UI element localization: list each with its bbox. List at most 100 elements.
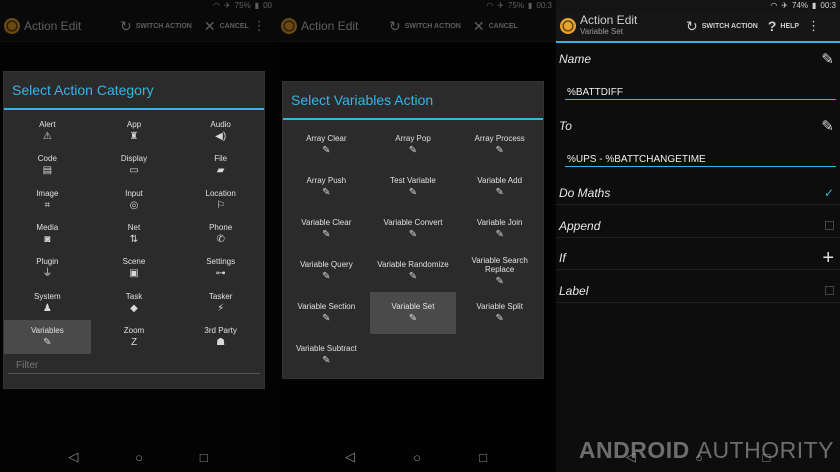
- switch-action-button[interactable]: ↻ SWITCH ACTION: [686, 18, 758, 35]
- category-item-file[interactable]: File ▰: [177, 148, 264, 182]
- add-condition-icon[interactable]: +: [822, 248, 834, 268]
- category-item-location[interactable]: Location ⚐: [177, 183, 264, 217]
- variables-action-item-variable-section[interactable]: Variable Section ✎: [283, 292, 370, 334]
- select-variables-action-dialog: Select Variables Action Array Clear ✎ Arra…: [283, 82, 543, 378]
- wifi-icon: ◠: [486, 0, 494, 10]
- alert-icon: ⚠: [42, 131, 52, 143]
- display-icon: ▭: [129, 165, 139, 177]
- category-item-net[interactable]: Net ⇅: [91, 217, 178, 251]
- category-item-system[interactable]: System ♟: [4, 285, 91, 319]
- category-item-label: Audio: [210, 120, 231, 130]
- battery-level: 75%: [508, 1, 525, 10]
- label-checkbox[interactable]: [825, 286, 834, 295]
- overflow-menu-icon[interactable]: ⋮: [807, 18, 820, 34]
- category-item-media[interactable]: Media ◙: [4, 217, 91, 251]
- recents-icon[interactable]: □: [479, 450, 487, 465]
- append-checkbox[interactable]: [825, 221, 834, 230]
- variables-action-item-array-pop[interactable]: Array Pop ✎: [370, 124, 457, 166]
- array-push-icon: ✎: [322, 187, 331, 198]
- category-item-image[interactable]: Image ⌗: [4, 183, 91, 217]
- recents-icon[interactable]: □: [200, 450, 208, 465]
- category-item-3rd-party[interactable]: 3rd Party ☗: [177, 320, 264, 354]
- category-item-label: Plugin: [36, 257, 59, 267]
- category-item-tasker[interactable]: Tasker ⚡: [177, 285, 264, 319]
- category-item-app[interactable]: App ♜: [91, 114, 178, 148]
- variables-action-item-label: Array Process: [474, 134, 525, 143]
- overflow-menu-icon[interactable]: ⋮: [253, 18, 266, 34]
- action-bar-title: Action Edit: [580, 13, 638, 27]
- category-item-input[interactable]: Input ◎: [91, 183, 178, 217]
- to-label: To: [559, 119, 572, 133]
- help-button[interactable]: ? HELP: [768, 18, 799, 34]
- battery-icon: ▮: [528, 0, 533, 10]
- scene-icon: ▣: [129, 268, 139, 280]
- variables-action-item-test-variable[interactable]: Test Variable ✎: [370, 166, 457, 208]
- variables-action-item-variable-randomize[interactable]: Variable Randomize ✎: [370, 250, 457, 292]
- do-maths-row[interactable]: Do Maths ✓: [556, 181, 840, 205]
- to-row: To ✎: [556, 115, 840, 137]
- variables-action-item-array-process[interactable]: Array Process ✎: [456, 124, 543, 166]
- dialog-title: Select Variables Action: [283, 82, 543, 120]
- pencil-icon[interactable]: ✎: [821, 117, 834, 135]
- variables-action-item-variable-join[interactable]: Variable Join ✎: [456, 208, 543, 250]
- tasker-app-icon: [4, 18, 20, 34]
- filter-input[interactable]: Filter: [8, 354, 260, 375]
- category-item-plugin[interactable]: Plugin ⏚: [4, 251, 91, 285]
- variables-screen: ◠ ✈ 75% ▮ 00:3 ⋮ Action Edit ↻ SWITCH AC…: [276, 0, 556, 472]
- variables-action-item-variable-search-replace[interactable]: Variable Search Replace ✎: [456, 250, 543, 292]
- back-icon[interactable]: ◁: [345, 449, 355, 465]
- category-item-phone[interactable]: Phone ✆: [177, 217, 264, 251]
- variables-action-item-variable-add[interactable]: Variable Add ✎: [456, 166, 543, 208]
- category-item-settings[interactable]: Settings ⊶: [177, 251, 264, 285]
- phone-icon: ✆: [216, 234, 225, 246]
- plugin-icon: ⏚: [42, 268, 53, 280]
- variables-action-item-variable-set[interactable]: Variable Set ✎: [369, 292, 457, 334]
- back-icon[interactable]: ◁: [68, 449, 78, 465]
- category-item-alert[interactable]: Alert ⚠: [4, 114, 91, 148]
- category-item-code[interactable]: Code ▤: [4, 148, 91, 182]
- battery-level: 74%: [792, 1, 809, 10]
- variables-action-item-array-clear[interactable]: Array Clear ✎: [283, 124, 370, 166]
- battery-icon: ▮: [812, 0, 817, 10]
- variables-action-item-label: Variable Section: [297, 302, 356, 311]
- clock: 00:3: [820, 1, 836, 10]
- variables-action-item-variable-convert[interactable]: Variable Convert ✎: [370, 208, 457, 250]
- variables-action-item-variable-clear[interactable]: Variable Clear ✎: [283, 208, 370, 250]
- home-icon[interactable]: ○: [135, 450, 143, 465]
- variables-action-item-variable-query[interactable]: Variable Query ✎: [283, 250, 370, 292]
- array-pop-icon: ✎: [408, 145, 418, 156]
- if-row[interactable]: If +: [556, 246, 840, 270]
- refresh-icon: ↻: [686, 17, 698, 34]
- category-item-audio[interactable]: Audio ◀): [177, 114, 264, 148]
- switch-action-button[interactable]: ↻ SWITCH ACTION: [389, 18, 461, 35]
- navigation-bar: ◁ ○ □: [0, 442, 276, 472]
- home-icon[interactable]: ○: [413, 450, 421, 465]
- append-row[interactable]: Append: [556, 214, 840, 238]
- category-item-display[interactable]: Display ▭: [91, 148, 178, 182]
- name-field[interactable]: %BATTDIFF: [565, 84, 836, 100]
- variables-action-item-variable-split[interactable]: Variable Split ✎: [456, 292, 543, 334]
- overflow-menu-icon[interactable]: ⋮: [276, 18, 279, 34]
- variables-action-item-array-push[interactable]: Array Push ✎: [283, 166, 370, 208]
- category-item-label: Net: [127, 223, 141, 233]
- variables-action-item-variable-subtract[interactable]: Variable Subtract ✎: [283, 334, 370, 376]
- variables-action-item-label: Array Pop: [395, 134, 431, 143]
- switch-action-button[interactable]: ↻ SWITCH ACTION: [120, 18, 192, 35]
- category-item-scene[interactable]: Scene ▣: [91, 251, 178, 285]
- category-screen: ◠ ✈ 75% ▮ 00 Action Edit ↻ SWITCH ACTION…: [0, 0, 276, 472]
- category-item-variables[interactable]: Variables ✎: [4, 319, 91, 355]
- settings-icon: ⊶: [215, 268, 226, 280]
- category-item-zoom[interactable]: Zoom Z: [91, 320, 178, 354]
- cancel-button[interactable]: ✕ CANCEL: [204, 18, 249, 35]
- variables-action-item-label: Variable Subtract: [295, 344, 357, 353]
- array-process-icon: ✎: [495, 145, 504, 156]
- category-item-task[interactable]: Task ◆: [91, 285, 178, 319]
- cancel-button[interactable]: ✕ CANCEL: [473, 18, 518, 35]
- tasker-app-icon: [560, 18, 576, 34]
- category-item-label: Phone: [209, 223, 233, 233]
- do-maths-checkbox[interactable]: ✓: [824, 186, 834, 200]
- action-bar: Action Edit ↻ SWITCH ACTION ✕ CANCEL ⋮: [0, 11, 276, 42]
- label-row[interactable]: Label: [556, 279, 840, 303]
- to-field[interactable]: %UPS - %BATTCHANGETIME: [565, 151, 836, 167]
- pencil-icon[interactable]: ✎: [821, 50, 834, 68]
